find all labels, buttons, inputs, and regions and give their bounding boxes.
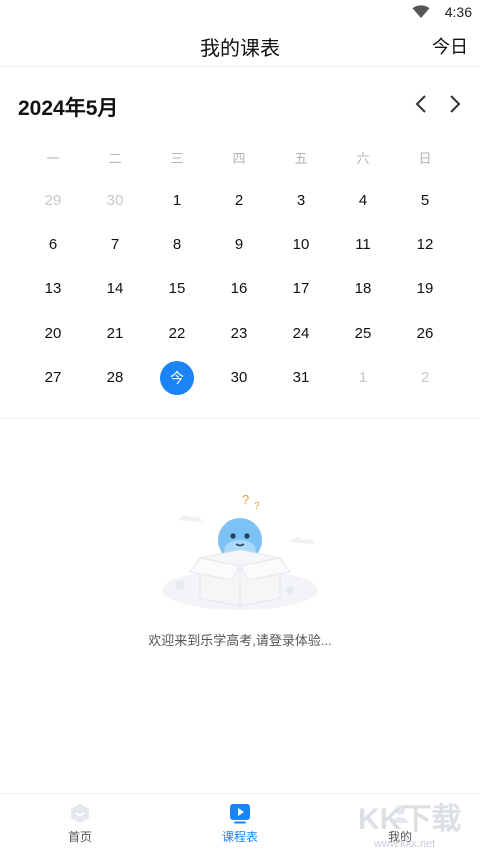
- app-header: 我的课表 今日: [0, 26, 480, 66]
- svg-text:?: ?: [242, 492, 249, 507]
- calendar-day[interactable]: 13: [22, 267, 84, 311]
- tab-home[interactable]: 首页: [40, 802, 120, 845]
- schedule-icon: [230, 804, 250, 824]
- calendar-day[interactable]: 31: [270, 356, 332, 400]
- weekday-label: 五: [294, 151, 308, 166]
- svg-text:?: ?: [254, 501, 260, 512]
- calendar-day[interactable]: 23: [208, 311, 270, 355]
- weekday-label: 三: [170, 151, 184, 166]
- calendar-day[interactable]: 12: [394, 222, 456, 266]
- calendar-day[interactable]: 1: [332, 356, 394, 400]
- calendar-day[interactable]: 16: [208, 267, 270, 311]
- svg-text:KK下载: KK下载: [358, 803, 461, 836]
- calendar-day[interactable]: 25: [332, 311, 394, 355]
- tab-schedule-label: 课程表: [221, 830, 258, 844]
- chevron-left-icon[interactable]: [410, 92, 434, 116]
- calendar-day[interactable]: 11: [332, 222, 394, 266]
- empty-state-message: 欢迎来到乐学高考,请登录体验...: [148, 633, 332, 648]
- calendar-day[interactable]: 17: [270, 267, 332, 311]
- watermark-logo: KK下载 www.kkx.net: [358, 803, 461, 850]
- calendar-day[interactable]: 9: [208, 222, 270, 266]
- calendar-day[interactable]: 2: [208, 178, 270, 222]
- calendar-day[interactable]: 18: [332, 267, 394, 311]
- calendar-day-today[interactable]: 今: [146, 356, 208, 400]
- weekday-label: 一: [46, 151, 60, 166]
- calendar-day[interactable]: 19: [394, 267, 456, 311]
- calendar-day[interactable]: 4: [332, 178, 394, 222]
- calendar-day[interactable]: 7: [84, 222, 146, 266]
- calendar-day[interactable]: 27: [22, 356, 84, 400]
- calendar-day[interactable]: 26: [394, 311, 456, 355]
- status-time: 4:36: [444, 4, 472, 20]
- calendar-day[interactable]: 29: [22, 178, 84, 222]
- calendar-grid: 29 30 1 2 3 4 5 6 7 8 9 10 11 12 13 14 15 16 17 18 19 20 21 22 2…: [22, 178, 456, 400]
- calendar-day[interactable]: 21: [84, 311, 146, 355]
- calendar-day[interactable]: 28: [84, 356, 146, 400]
- calendar-day[interactable]: 24: [270, 311, 332, 355]
- calendar-day[interactable]: 1: [146, 178, 208, 222]
- home-icon: [71, 804, 89, 823]
- today-marker: 今: [160, 360, 194, 395]
- page-title: 我的课表: [200, 38, 280, 60]
- calendar-day[interactable]: 20: [22, 311, 84, 355]
- calendar-day[interactable]: 6: [22, 222, 84, 266]
- header-divider: [0, 66, 480, 67]
- weekday-label: 二: [108, 151, 122, 166]
- tab-home-label: 首页: [67, 830, 92, 844]
- status-bar: 4:36: [0, 0, 480, 26]
- weekday-label: 日: [418, 151, 432, 166]
- chevron-right-icon[interactable]: [442, 92, 466, 116]
- calendar-day[interactable]: 30: [208, 356, 270, 400]
- month-label: 2024年5月: [18, 97, 119, 120]
- calendar-day[interactable]: 14: [84, 267, 146, 311]
- calendar-day[interactable]: 3: [270, 178, 332, 222]
- calendar-day[interactable]: 30: [84, 178, 146, 222]
- mascot-in-box-illustration: ? ?: [162, 492, 318, 610]
- tab-schedule[interactable]: 课程表: [200, 802, 280, 845]
- weekday-row: 一 二 三 四 五 六 日: [22, 148, 456, 167]
- calendar-day[interactable]: 15: [146, 267, 208, 311]
- calendar-header: 2024年5月: [0, 88, 480, 124]
- today-button[interactable]: 今日: [432, 33, 468, 59]
- calendar-day[interactable]: 8: [146, 222, 208, 266]
- calendar-day[interactable]: 2: [394, 356, 456, 400]
- weekday-label: 四: [232, 151, 246, 166]
- wifi-icon: [412, 5, 430, 18]
- calendar-day[interactable]: 22: [146, 311, 208, 355]
- calendar-day[interactable]: 10: [270, 222, 332, 266]
- weekday-label: 六: [356, 151, 370, 166]
- calendar-day[interactable]: 5: [394, 178, 456, 222]
- svg-text:www.kkx.net: www.kkx.net: [373, 838, 435, 850]
- calendar-divider: [0, 418, 480, 419]
